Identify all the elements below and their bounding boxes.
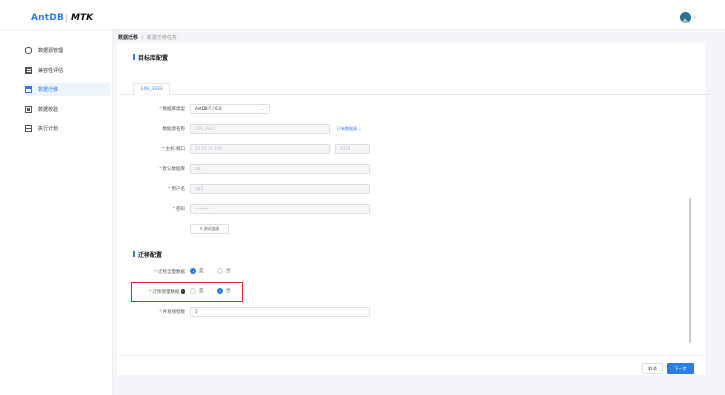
sidebar-item-migration[interactable]: 数据迁移	[24, 83, 110, 96]
cancel-button[interactable]: 取消	[642, 363, 663, 374]
user-avatar[interactable]	[680, 12, 691, 23]
username-label: *用户名	[168, 187, 185, 192]
parallel-row: *并发线程数 1	[117, 307, 705, 318]
mtk-logo[interactable]: MTK	[71, 13, 93, 23]
password-input[interactable]: ••••••	[190, 204, 370, 214]
top-bar: AntDB MTK ⌄	[0, 0, 725, 30]
db-type-select[interactable]: AntDB-T / 6.0 ⌄	[190, 104, 270, 114]
username-row: *用户名 tgt1	[117, 184, 705, 195]
sidebar-item-schedule[interactable]: 执行计划	[25, 122, 110, 135]
host-input[interactable]: 10.21.10.149	[190, 144, 330, 154]
next-button[interactable]: 下一步	[667, 363, 694, 374]
sidebar-item-label: 数据校验	[38, 107, 59, 113]
password-row: *密码 ••••••	[117, 204, 705, 215]
sidebar-item-label: 数据源管理	[38, 48, 64, 54]
scrollbar[interactable]	[689, 198, 691, 343]
tab-divider	[170, 94, 710, 95]
logo-divider	[66, 14, 67, 23]
datasource-name-label: 数据源名称	[162, 127, 186, 132]
breadcrumb-parent[interactable]: 数据迁移	[118, 35, 138, 41]
password-label: *密码	[172, 207, 185, 212]
host-port-label: *主机:端口	[162, 147, 185, 152]
full-data-label: *迁移全量数据	[154, 270, 185, 275]
migration-section-title: 迁移配置	[133, 250, 162, 259]
test-connection-button[interactable]: ⚲ 测试连接	[190, 224, 229, 234]
database-icon	[25, 47, 32, 54]
footer-divider	[117, 355, 705, 356]
datasource-name-input[interactable]: 149_3333	[190, 124, 330, 134]
check-icon	[25, 106, 32, 113]
radio-unselected-icon	[217, 268, 223, 274]
sidebar-item-label: 执行计划	[38, 126, 59, 132]
full-data-yes-radio[interactable]: 是	[190, 268, 204, 274]
chevron-down-icon[interactable]: ⌄	[693, 14, 697, 20]
username-input[interactable]: tgt1	[190, 184, 370, 194]
main-content: 数据迁移 / 新建迁移任务 目标库配置 149_3333 *数据库类型 AntD…	[113, 30, 725, 395]
report-icon	[25, 67, 32, 74]
sidebar-item-verification[interactable]: 数据校验	[25, 103, 110, 116]
host-port-row: *主机:端口 10.21.10.149 3333	[117, 144, 705, 155]
folder-icon	[25, 86, 32, 93]
db-type-row: *数据库类型 AntDB-T / 6.0 ⌄	[117, 104, 705, 115]
existing-datasource-link[interactable]: 已有数据源 ⌄	[337, 126, 362, 132]
sidebar-item-label: 兼容性评估	[38, 68, 64, 74]
radio-selected-icon	[190, 268, 196, 274]
breadcrumb-current: 新建迁移任务	[146, 35, 177, 41]
sidebar: 数据源管理 兼容性评估 数据迁移 数据校验 执行计划	[0, 30, 113, 395]
breadcrumb-separator: /	[141, 35, 144, 41]
full-data-no-radio[interactable]: 否	[217, 268, 231, 274]
sidebar-item-label: 数据迁移	[38, 87, 59, 93]
parallel-label: *并发线程数	[159, 310, 185, 315]
db-type-label: *数据库类型	[159, 107, 185, 112]
sidebar-item-compatibility[interactable]: 兼容性评估	[25, 64, 110, 77]
sidebar-item-datasource[interactable]: 数据源管理	[25, 44, 110, 57]
breadcrumb: 数据迁移 / 新建迁移任务	[118, 34, 177, 41]
test-connection-row: ⚲ 测试连接	[117, 224, 705, 235]
tab-divider	[121, 94, 133, 95]
chevron-down-icon: ⌄	[261, 106, 265, 111]
highlight-box	[131, 282, 243, 302]
datasource-name-row: 数据源名称 149_3333 已有数据源 ⌄	[117, 124, 705, 135]
default-db-label: *默认数据库	[159, 167, 185, 172]
calendar-icon	[25, 125, 32, 132]
full-data-row: *迁移全量数据 是 否	[117, 267, 705, 278]
port-input[interactable]: 3333	[335, 144, 370, 154]
antdb-logo[interactable]: AntDB	[31, 13, 64, 23]
form-card: 目标库配置 149_3333 *数据库类型 AntDB-T / 6.0 ⌄ 数据…	[117, 43, 710, 375]
parallel-input[interactable]: 1	[190, 307, 370, 317]
tab-target-datasource[interactable]: 149_3333	[133, 83, 170, 95]
target-section-title: 目标库配置	[133, 53, 168, 62]
default-db-row: *默认数据库 tgt	[117, 164, 705, 175]
default-db-input[interactable]: tgt	[190, 164, 370, 174]
